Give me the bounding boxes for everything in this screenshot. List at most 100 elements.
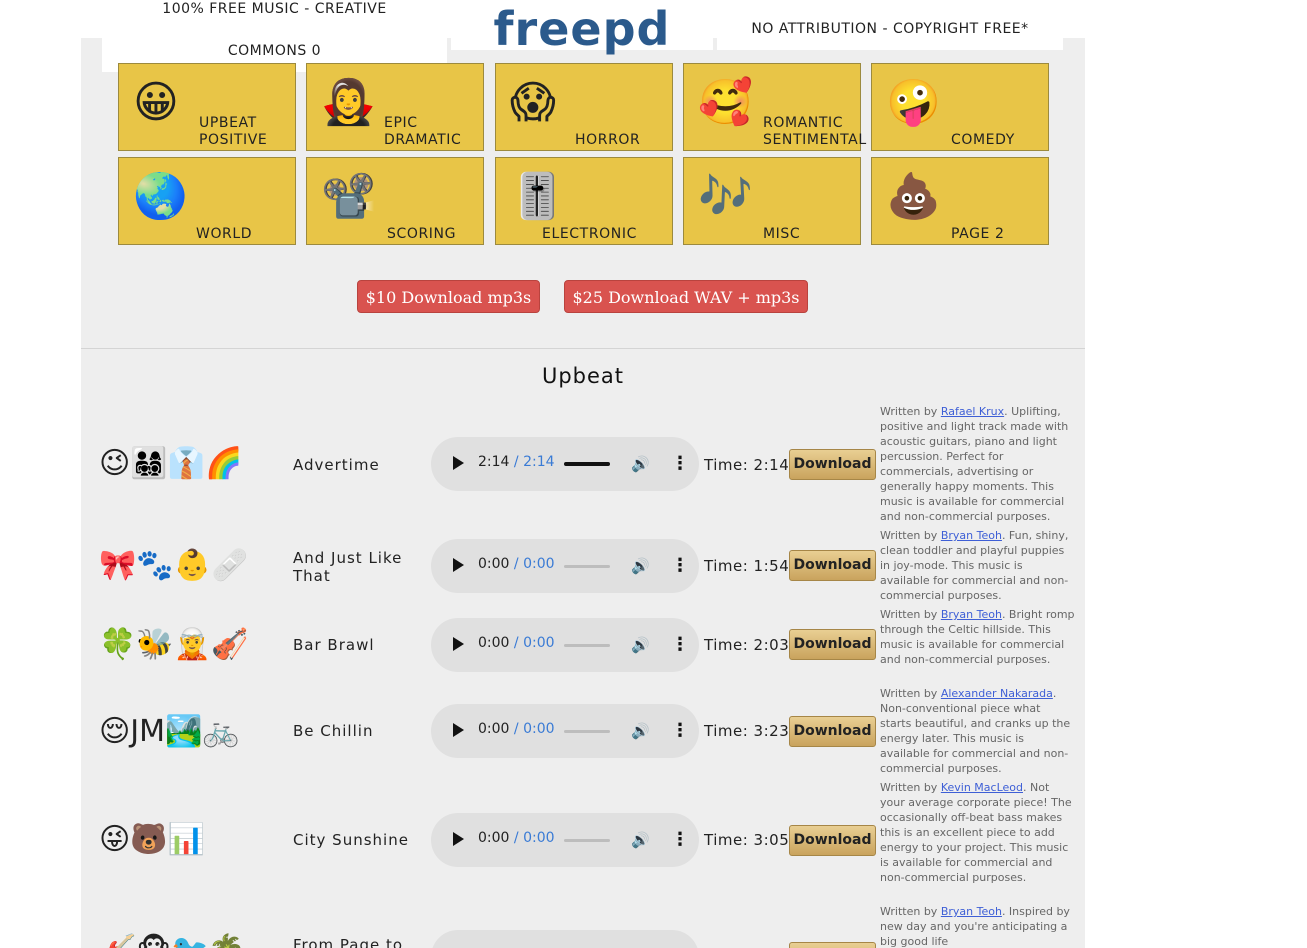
category-label-line2: COMEDY [951, 132, 1015, 148]
written-by: Written by [880, 687, 938, 700]
track-title: City Sunshine [293, 831, 409, 849]
section-divider [81, 348, 1085, 349]
buy-mp3s-button[interactable]: $10 Download mp3s [357, 280, 540, 313]
category-label-line1: ROMANTIC [763, 115, 844, 131]
progress-bar[interactable] [564, 644, 610, 647]
progress-bar[interactable] [564, 462, 610, 466]
track-description: Written by Bryan Teoh. Fun, shiny, clean… [880, 528, 1075, 603]
author-link[interactable]: Rafael Krux [941, 405, 1004, 418]
category-scoring-tile[interactable]: 📽️ SCORING [306, 157, 484, 245]
audio-player[interactable]: 0:00 / 0:00 🔊 ⋮ [431, 704, 699, 758]
audio-player[interactable]: 0:00 / 0:00 🔊 ⋮ [431, 618, 699, 672]
track-description: Written by Rafael Krux. Uplifting, posit… [880, 404, 1075, 524]
zany-face-icon: 🤪 [886, 77, 941, 128]
track-description: Written by Alexander Nakarada. Non-conve… [880, 686, 1075, 776]
category-label-line2: POSITIVE [199, 132, 268, 148]
category-page2-tile[interactable]: 💩 PAGE 2 [871, 157, 1049, 245]
category-label-line2: HORROR [575, 132, 641, 148]
volume-icon[interactable]: 🔊 [631, 831, 650, 849]
category-label: MISC [763, 226, 801, 242]
progress-bar[interactable] [564, 565, 610, 568]
level-slider-icon: 🎚️ [510, 171, 565, 222]
time-prefix: Time: [704, 722, 749, 740]
category-epic-tile[interactable]: 🧛‍♀️ EPIC DRAMATIC [306, 63, 484, 151]
audio-player[interactable] [431, 930, 699, 948]
download-button[interactable]: Download [789, 550, 876, 581]
freepd-logo[interactable]: freepd [451, 0, 713, 58]
track-row: 😜🐻📊 City Sunshine 0:00 / 0:00 🔊 ⋮ Time: … [81, 780, 1085, 905]
globe-icon: 🌏 [133, 171, 188, 222]
player-time: 0:00 / 0:00 [478, 830, 555, 846]
category-upbeat-tile[interactable]: 😀 UPBEAT POSITIVE [118, 63, 296, 151]
author-link[interactable]: Bryan Teoh [941, 608, 1002, 621]
track-length: Time: 2:03 [704, 636, 789, 654]
play-icon[interactable] [453, 637, 464, 651]
more-options-icon[interactable]: ⋮ [671, 453, 689, 474]
category-label: WORLD [196, 226, 253, 242]
player-duration: 0:00 [523, 635, 555, 651]
download-button[interactable]: Download [789, 449, 876, 480]
category-label: PAGE 2 [951, 226, 1005, 242]
track-title: And Just Like That [293, 549, 403, 585]
author-link[interactable]: Kevin MacLeod [941, 781, 1023, 794]
audio-player[interactable]: 0:00 / 0:00 🔊 ⋮ [431, 813, 699, 867]
volume-icon[interactable]: 🔊 [631, 636, 650, 654]
play-icon[interactable] [453, 832, 464, 846]
track-length: Time: 2:14 [704, 456, 789, 474]
volume-icon[interactable]: 🔊 [631, 557, 650, 575]
play-icon[interactable] [453, 723, 464, 737]
written-by: Written by [880, 405, 938, 418]
header-no-attribution: NO ATTRIBUTION - COPYRIGHT FREE* [751, 21, 1029, 37]
track-row: 🎀🐾👶🩹 And Just Like That 0:00 / 0:00 🔊 ⋮ … [81, 528, 1085, 606]
description-text: . Non-conventional piece what starts bea… [880, 687, 1071, 775]
header-logo-box[interactable]: freepd [451, 0, 713, 56]
progress-bar[interactable] [564, 730, 610, 733]
player-duration: 2:14 [523, 454, 555, 470]
volume-icon[interactable]: 🔊 [631, 455, 650, 473]
track-emoji-icons: 😌JM🏞️🚲 [99, 714, 240, 749]
play-icon[interactable] [453, 456, 464, 470]
more-options-icon[interactable]: ⋮ [671, 634, 689, 655]
player-current-time: 0:00 [478, 635, 510, 651]
more-options-icon[interactable]: ⋮ [671, 555, 689, 576]
more-options-icon[interactable]: ⋮ [671, 720, 689, 741]
author-link[interactable]: Alexander Nakarada [941, 687, 1053, 700]
player-time: 0:00 / 0:00 [478, 635, 555, 651]
category-electronic-tile[interactable]: 🎚️ ELECTRONIC [495, 157, 673, 245]
author-link[interactable]: Bryan Teoh [941, 529, 1002, 542]
download-button[interactable]: Download [789, 825, 876, 856]
track-length: Time: 1:54 [704, 557, 789, 575]
player-duration: 0:00 [523, 830, 555, 846]
track-length: Time: 3:05 [704, 831, 789, 849]
audio-player[interactable]: 0:00 / 0:00 🔊 ⋮ [431, 539, 699, 593]
header-free-music-line2: COMMONS 0 [227, 43, 322, 59]
smiley-face-icon: 😀 [133, 77, 179, 128]
header-left-box: 100% FREE MUSIC - CREATIVE COMMONS 0 [102, 0, 447, 72]
poop-icon: 💩 [886, 171, 941, 222]
category-label-line1: UPBEAT [199, 115, 257, 131]
track-row: 😌JM🏞️🚲 Be Chillin 0:00 / 0:00 🔊 ⋮ Time: … [81, 686, 1085, 781]
download-button[interactable]: Download [789, 629, 876, 660]
buy-wav-mp3s-button[interactable]: $25 Download WAV + mp3s [564, 280, 808, 313]
progress-bar[interactable] [564, 839, 610, 842]
more-options-icon[interactable]: ⋮ [671, 829, 689, 850]
volume-icon[interactable]: 🔊 [631, 722, 650, 740]
category-misc-tile[interactable]: 🎶 MISC [683, 157, 861, 245]
play-icon[interactable] [453, 558, 464, 572]
written-by: Written by [880, 781, 938, 794]
track-title: Be Chillin [293, 722, 374, 740]
category-comedy-tile[interactable]: 🤪 COMEDY [871, 63, 1049, 151]
download-button[interactable]: Download [789, 716, 876, 747]
audio-player[interactable]: 2:14 / 2:14 🔊 ⋮ [431, 437, 699, 491]
category-label-line2: DRAMATIC [384, 132, 462, 148]
track-title: From Page to [293, 936, 404, 948]
track-emoji-icons: 🎸🐵🐦🌴 [99, 934, 246, 948]
time-prefix: Time: [704, 557, 749, 575]
category-world-tile[interactable]: 🌏 WORLD [118, 157, 296, 245]
category-label-line1: EPIC [384, 115, 418, 131]
download-button[interactable]: Download [789, 942, 876, 948]
track-row: 🎸🐵🐦🌴 From Page to Download Written by Br… [81, 904, 1085, 948]
author-link[interactable]: Bryan Teoh [941, 905, 1002, 918]
category-romantic-tile[interactable]: 🥰 ROMANTIC SENTIMENTAL [683, 63, 866, 151]
category-horror-tile[interactable]: 😱 HORROR [495, 63, 673, 151]
